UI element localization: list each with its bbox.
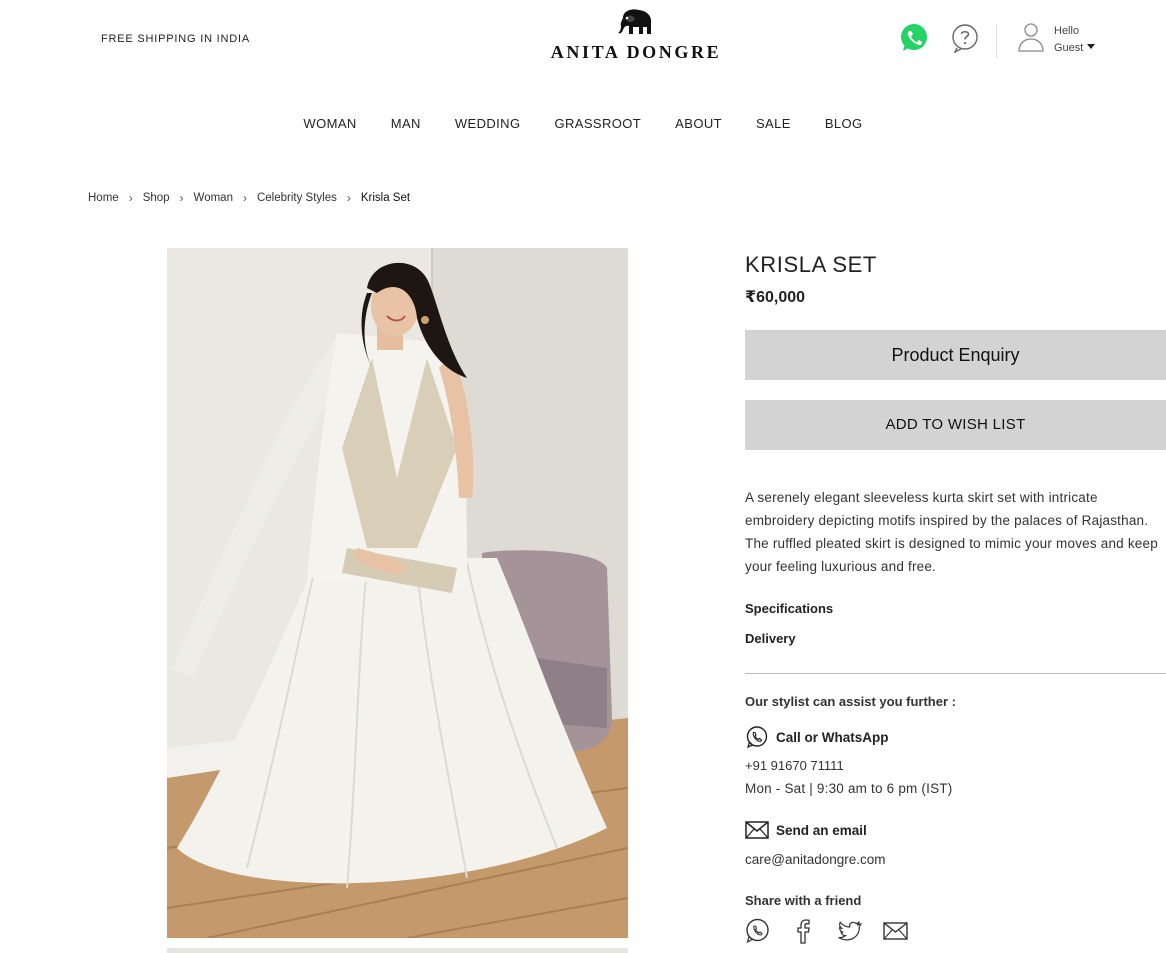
breadcrumb-shop[interactable]: Shop <box>143 192 170 204</box>
header-divider <box>996 24 997 58</box>
user-greeting: Hello <box>1054 25 1080 37</box>
breadcrumb-current: Krisla Set <box>360 192 411 204</box>
product-title: KRISLA SET <box>745 252 877 277</box>
brand-name: ANITA DONGRE <box>550 42 722 62</box>
chevron-down-icon <box>1087 44 1096 49</box>
help-button[interactable] <box>950 23 980 54</box>
mail-icon <box>745 821 769 839</box>
specifications-toggle[interactable]: Specifications <box>745 601 833 616</box>
call-label: Call or WhatsApp <box>776 729 889 745</box>
breadcrumb: Home › Shop › Woman › Celebrity Styles ›… <box>88 191 410 205</box>
whatsapp-button[interactable] <box>898 22 930 54</box>
whatsapp-icon <box>901 24 927 51</box>
delivery-toggle[interactable]: Delivery <box>745 631 796 646</box>
email-label: Send an email <box>776 822 867 838</box>
help-icon <box>952 24 978 54</box>
nav-item-sale[interactable]: SALE <box>756 116 791 131</box>
free-shipping-banner: FREE SHIPPING IN INDIA <box>101 33 251 45</box>
add-to-wishlist-button[interactable]: ADD TO WISH LIST <box>745 400 1166 450</box>
send-email-row: Send an email <box>745 821 867 839</box>
brand-logo[interactable]: ANITA DONGRE <box>549 8 723 63</box>
nav-item-blog[interactable]: BLOG <box>825 116 863 131</box>
user-icon <box>1018 23 1044 52</box>
product-image[interactable] <box>167 248 628 938</box>
breadcrumb-home[interactable]: Home <box>88 192 119 204</box>
call-whatsapp-row: Call or WhatsApp <box>745 725 889 749</box>
whatsapp-icon <box>746 918 769 944</box>
product-price: ₹60,000 <box>745 289 806 306</box>
phone-number-link[interactable]: +91 91670 71111 <box>745 758 844 773</box>
breadcrumb-woman[interactable]: Woman <box>194 192 233 204</box>
chevron-right-icon: › <box>242 191 247 205</box>
facebook-icon <box>797 919 810 944</box>
twitter-icon <box>838 921 862 941</box>
section-divider <box>745 673 1166 674</box>
support-hours: Mon - Sat | 9:30 am to 6 pm (IST) <box>745 781 953 796</box>
email-link[interactable]: care@anitadongre.com <box>745 852 886 867</box>
elephant-logo-icon <box>618 9 652 34</box>
user-name[interactable]: Guest <box>1054 42 1096 54</box>
product-enquiry-button[interactable]: Product Enquiry <box>745 330 1166 380</box>
share-twitter-button[interactable] <box>837 918 862 944</box>
whatsapp-icon <box>746 726 768 749</box>
nav-item-woman[interactable]: WOMAN <box>303 116 356 131</box>
nav-item-about[interactable]: ABOUT <box>675 116 722 131</box>
stylist-assist-text: Our stylist can assist you further : <box>745 694 956 709</box>
nav-item-man[interactable]: MAN <box>391 116 421 131</box>
share-email-button[interactable] <box>883 918 908 944</box>
main-nav: WOMAN MAN WEDDING GRASSROOT ABOUT SALE B… <box>0 116 1166 131</box>
nav-item-grassroot[interactable]: GRASSROOT <box>554 116 641 131</box>
share-buttons <box>745 918 929 944</box>
share-whatsapp-button[interactable] <box>745 918 770 944</box>
chevron-right-icon: › <box>179 191 184 205</box>
nav-item-wedding[interactable]: WEDDING <box>455 116 521 131</box>
breadcrumb-celebrity-styles[interactable]: Celebrity Styles <box>257 192 337 204</box>
image-thumbnail-strip[interactable] <box>167 948 628 953</box>
mail-icon <box>883 922 908 940</box>
share-facebook-button[interactable] <box>791 918 816 944</box>
share-label: Share with a friend <box>745 893 862 908</box>
product-photo <box>167 248 628 938</box>
product-description: A serenely elegant sleeveless kurta skir… <box>745 490 1158 574</box>
chevron-right-icon: › <box>128 191 133 205</box>
chevron-right-icon: › <box>346 191 351 205</box>
